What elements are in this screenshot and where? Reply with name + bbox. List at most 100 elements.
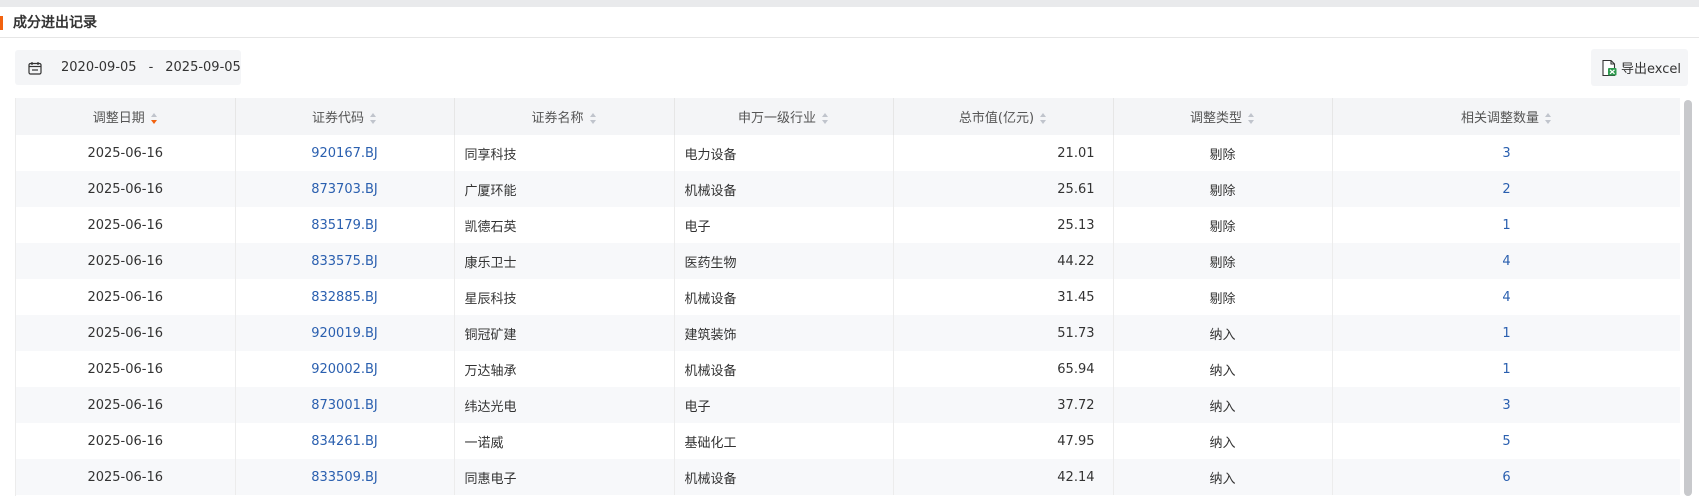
cell-code-link[interactable]: 834261.BJ [235, 423, 455, 459]
col-header-adjust-date[interactable]: 调整日期 [16, 98, 236, 135]
cell-name: 康乐卫士 [454, 243, 675, 279]
cell-market-cap: 44.22 [893, 243, 1114, 279]
sort-icon[interactable] [1248, 113, 1255, 124]
cell-code-link[interactable]: 833575.BJ [235, 243, 455, 279]
cell-code-link[interactable]: 833509.BJ [235, 459, 455, 495]
cell-count-link[interactable]: 1 [1332, 315, 1680, 351]
table-row: 2025-06-16 920019.BJ 铜冠矿建 建筑装饰 51.73 纳入 … [16, 315, 1680, 351]
table-row: 2025-06-16 833575.BJ 康乐卫士 医药生物 44.22 剔除 … [16, 243, 1680, 279]
cell-name: 同享科技 [454, 135, 675, 171]
cell-code-link[interactable]: 920167.BJ [235, 135, 455, 171]
cell-code-link[interactable]: 835179.BJ [235, 207, 455, 243]
sort-icon[interactable] [822, 113, 829, 124]
col-header-security-name[interactable]: 证券名称 [454, 98, 675, 135]
table-row: 2025-06-16 835179.BJ 凯德石英 电子 25.13 剔除 1 [16, 207, 1680, 243]
cell-name: 万达轴承 [454, 351, 675, 387]
vertical-scrollbar[interactable] [1680, 98, 1699, 496]
cell-count-link[interactable]: 1 [1332, 207, 1680, 243]
cell-industry: 电力设备 [674, 135, 894, 171]
cell-name: 广厦环能 [454, 171, 675, 207]
table-row: 2025-06-16 873001.BJ 纬达光电 电子 37.72 纳入 3 [16, 387, 1680, 423]
table-row: 2025-06-16 920002.BJ 万达轴承 机械设备 65.94 纳入 … [16, 351, 1680, 387]
cell-count-link[interactable]: 3 [1332, 387, 1680, 423]
date-range-picker[interactable]: 2020-09-05 - 2025-09-05 [15, 50, 241, 85]
cell-type: 纳入 [1113, 423, 1333, 459]
table-row: 2025-06-16 873703.BJ 广厦环能 机械设备 25.61 剔除 … [16, 171, 1680, 207]
col-header-security-code[interactable]: 证券代码 [235, 98, 455, 135]
table-row: 2025-06-16 833509.BJ 同惠电子 机械设备 42.14 纳入 … [16, 459, 1680, 495]
cell-date: 2025-06-16 [16, 387, 236, 423]
start-date[interactable]: 2020-09-05 [61, 60, 137, 75]
cell-count-link[interactable]: 4 [1332, 279, 1680, 315]
cell-market-cap: 51.73 [893, 315, 1114, 351]
cell-industry: 医药生物 [674, 243, 894, 279]
end-date[interactable]: 2025-09-05 [165, 60, 241, 75]
cell-code-link[interactable]: 832885.BJ [235, 279, 455, 315]
sort-icon[interactable] [150, 113, 158, 124]
col-header-industry[interactable]: 申万一级行业 [674, 98, 894, 135]
cell-market-cap: 25.61 [893, 171, 1114, 207]
cell-industry: 机械设备 [674, 279, 894, 315]
cell-industry: 机械设备 [674, 351, 894, 387]
cell-date: 2025-06-16 [16, 135, 236, 171]
export-excel-button[interactable]: 导出excel [1591, 49, 1688, 86]
cell-code-link[interactable]: 873703.BJ [235, 171, 455, 207]
cell-type: 剔除 [1113, 135, 1333, 171]
table-row: 2025-06-16 832885.BJ 星辰科技 机械设备 31.45 剔除 … [16, 279, 1680, 315]
top-strip [0, 0, 1699, 7]
sort-icon[interactable] [1545, 113, 1552, 124]
cell-industry: 电子 [674, 387, 894, 423]
cell-code-link[interactable]: 920019.BJ [235, 315, 455, 351]
col-header-adjust-count[interactable]: 相关调整数量 [1332, 98, 1680, 135]
cell-code-link[interactable]: 873001.BJ [235, 387, 455, 423]
col-header-market-cap[interactable]: 总市值(亿元) [893, 98, 1114, 135]
cell-date: 2025-06-16 [16, 243, 236, 279]
cell-date: 2025-06-16 [16, 207, 236, 243]
cell-name: 同惠电子 [454, 459, 675, 495]
cell-market-cap: 21.01 [893, 135, 1114, 171]
table-row: 2025-06-16 920167.BJ 同享科技 电力设备 21.01 剔除 … [16, 135, 1680, 171]
table-row: 2025-06-16 834261.BJ 一诺威 基础化工 47.95 纳入 5 [16, 423, 1680, 459]
cell-count-link[interactable]: 3 [1332, 135, 1680, 171]
table-header-row: 调整日期 证券代码 证券名称 申万一级行业 总市值(亿元) 调整类型 相关调整数… [16, 98, 1680, 135]
cell-type: 剔除 [1113, 279, 1333, 315]
cell-code-link[interactable]: 920002.BJ [235, 351, 455, 387]
title-accent-bar [0, 16, 3, 30]
section-header: 成分进出记录 [0, 7, 1699, 38]
cell-type: 纳入 [1113, 459, 1333, 495]
records-table: 调整日期 证券代码 证券名称 申万一级行业 总市值(亿元) 调整类型 相关调整数… [16, 98, 1680, 495]
cell-type: 剔除 [1113, 207, 1333, 243]
cell-name: 铜冠矿建 [454, 315, 675, 351]
cell-date: 2025-06-16 [16, 423, 236, 459]
cell-type: 纳入 [1113, 315, 1333, 351]
cell-market-cap: 31.45 [893, 279, 1114, 315]
cell-count-link[interactable]: 1 [1332, 351, 1680, 387]
section-title: 成分进出记录 [13, 15, 97, 31]
sort-icon[interactable] [589, 113, 597, 124]
cell-industry: 建筑装饰 [674, 315, 894, 351]
excel-icon [1599, 58, 1619, 78]
cell-type: 剔除 [1113, 243, 1333, 279]
col-header-adjust-type[interactable]: 调整类型 [1113, 98, 1333, 135]
sort-icon[interactable] [370, 113, 377, 124]
cell-type: 纳入 [1113, 387, 1333, 423]
date-separator: - [148, 60, 154, 75]
scrollbar-thumb[interactable] [1684, 100, 1692, 496]
sort-icon[interactable] [1040, 113, 1047, 124]
export-label: 导出excel [1621, 62, 1681, 77]
records-table-container: 调整日期 证券代码 证券名称 申万一级行业 总市值(亿元) 调整类型 相关调整数… [15, 98, 1680, 496]
cell-date: 2025-06-16 [16, 315, 236, 351]
cell-market-cap: 65.94 [893, 351, 1114, 387]
cell-industry: 电子 [674, 207, 894, 243]
cell-industry: 基础化工 [674, 423, 894, 459]
cell-name: 纬达光电 [454, 387, 675, 423]
cell-market-cap: 42.14 [893, 459, 1114, 495]
cell-name: 星辰科技 [454, 279, 675, 315]
cell-count-link[interactable]: 5 [1332, 423, 1680, 459]
cell-industry: 机械设备 [674, 171, 894, 207]
cell-count-link[interactable]: 6 [1332, 459, 1680, 495]
cell-type: 剔除 [1113, 171, 1333, 207]
cell-count-link[interactable]: 4 [1332, 243, 1680, 279]
cell-date: 2025-06-16 [16, 459, 236, 495]
cell-count-link[interactable]: 2 [1332, 171, 1680, 207]
